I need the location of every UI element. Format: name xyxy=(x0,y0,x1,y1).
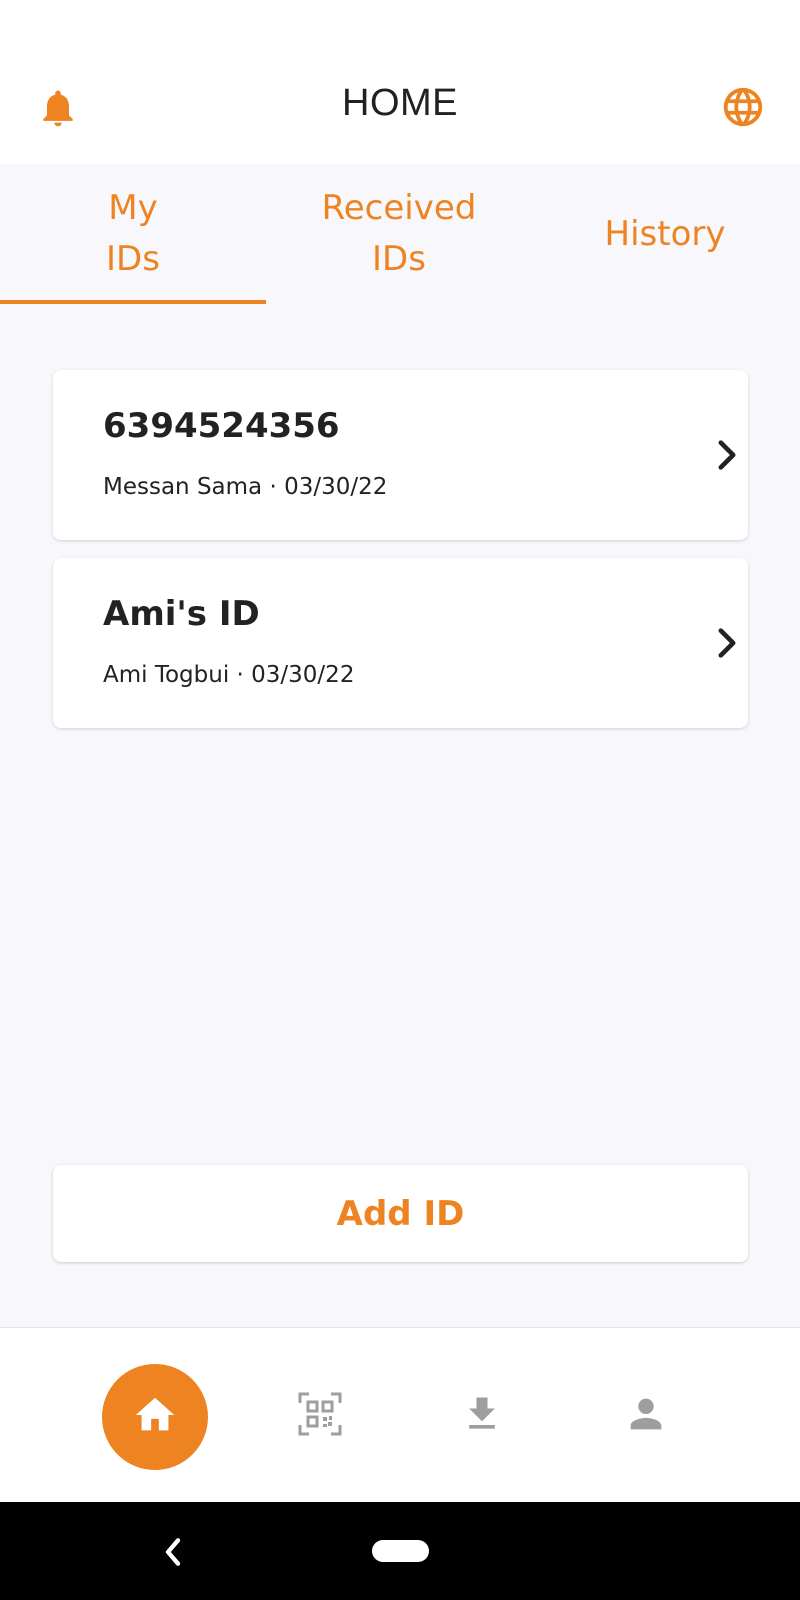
nav-download-button[interactable] xyxy=(452,1386,512,1446)
id-card-meta: Ami Togbui · 03/30/22 xyxy=(103,662,355,688)
tab-my-ids-label-line2: IDs xyxy=(106,239,160,279)
tab-received-ids-label-line2: IDs xyxy=(372,239,426,279)
nav-home-button[interactable] xyxy=(102,1364,208,1470)
tab-indicator xyxy=(0,300,266,304)
system-home-pill[interactable] xyxy=(372,1540,429,1562)
tab-bar: My IDs Received IDs History xyxy=(0,164,800,304)
add-id-button[interactable]: Add ID xyxy=(53,1165,748,1262)
id-card-name: Ami's ID xyxy=(103,594,260,634)
person-icon xyxy=(623,1391,669,1441)
chevron-right-icon xyxy=(713,438,741,472)
globe-icon[interactable] xyxy=(720,84,766,130)
id-card-meta: Messan Sama · 03/30/22 xyxy=(103,474,388,500)
qr-code-icon xyxy=(298,1392,342,1440)
nav-qr-button[interactable] xyxy=(290,1386,350,1446)
system-nav-bar xyxy=(0,1502,800,1600)
tab-received-ids-label-line1: Received xyxy=(321,188,477,228)
bottom-nav xyxy=(0,1327,800,1502)
back-icon[interactable] xyxy=(158,1532,188,1572)
tab-my-ids[interactable]: My IDs xyxy=(0,164,266,304)
chevron-right-icon xyxy=(713,626,741,660)
tab-received-ids[interactable]: Received IDs xyxy=(266,164,532,304)
nav-profile-button[interactable] xyxy=(616,1386,676,1446)
tab-history[interactable]: History xyxy=(532,164,798,304)
tab-history-label: History xyxy=(604,213,726,254)
id-card-name: 6394524356 xyxy=(103,406,340,446)
id-card[interactable]: Ami's ID Ami Togbui · 03/30/22 xyxy=(53,558,748,728)
id-card[interactable]: 6394524356 Messan Sama · 03/30/22 xyxy=(53,370,748,540)
download-icon xyxy=(460,1392,504,1440)
tab-my-ids-label-line1: My xyxy=(108,188,158,228)
status-bar xyxy=(0,0,800,60)
add-id-button-label: Add ID xyxy=(336,1193,465,1234)
page-title: HOME xyxy=(342,82,458,124)
home-icon xyxy=(132,1392,178,1442)
app-bar: HOME xyxy=(0,60,800,164)
